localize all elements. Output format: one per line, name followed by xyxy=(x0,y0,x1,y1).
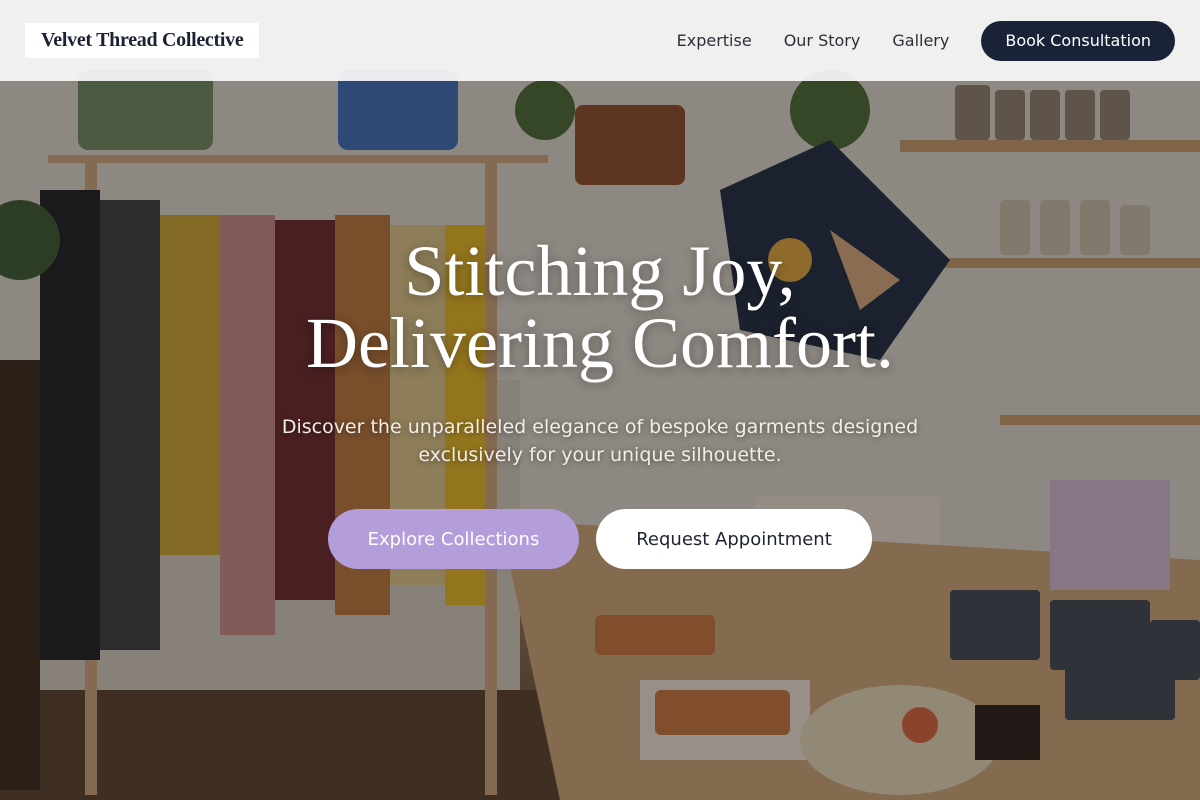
main-nav: Expertise Our Story Gallery Book Consult… xyxy=(677,20,1175,61)
nav-link-gallery[interactable]: Gallery xyxy=(892,31,949,50)
hero-title-line-2: Delivering Comfort. xyxy=(306,303,894,383)
brand-logo[interactable]: Velvet Thread Collective xyxy=(25,23,260,58)
explore-collections-button[interactable]: Explore Collections xyxy=(328,509,579,569)
nav-link-our-story[interactable]: Our Story xyxy=(784,31,861,50)
hero-subtitle: Discover the unparalleled elegance of be… xyxy=(281,416,919,466)
nav-link-expertise[interactable]: Expertise xyxy=(677,31,752,50)
book-consultation-button[interactable]: Book Consultation xyxy=(981,20,1175,61)
hero-actions: Explore Collections Request Appointment xyxy=(0,509,1200,569)
hero-section: Stitching Joy, Delivering Comfort. Disco… xyxy=(0,235,1200,569)
request-appointment-button[interactable]: Request Appointment xyxy=(596,509,872,569)
hero-title: Stitching Joy, Delivering Comfort. xyxy=(0,235,1200,379)
site-header: Velvet Thread Collective Expertise Our S… xyxy=(0,0,1200,81)
hero-title-line-1: Stitching Joy, xyxy=(404,231,796,311)
